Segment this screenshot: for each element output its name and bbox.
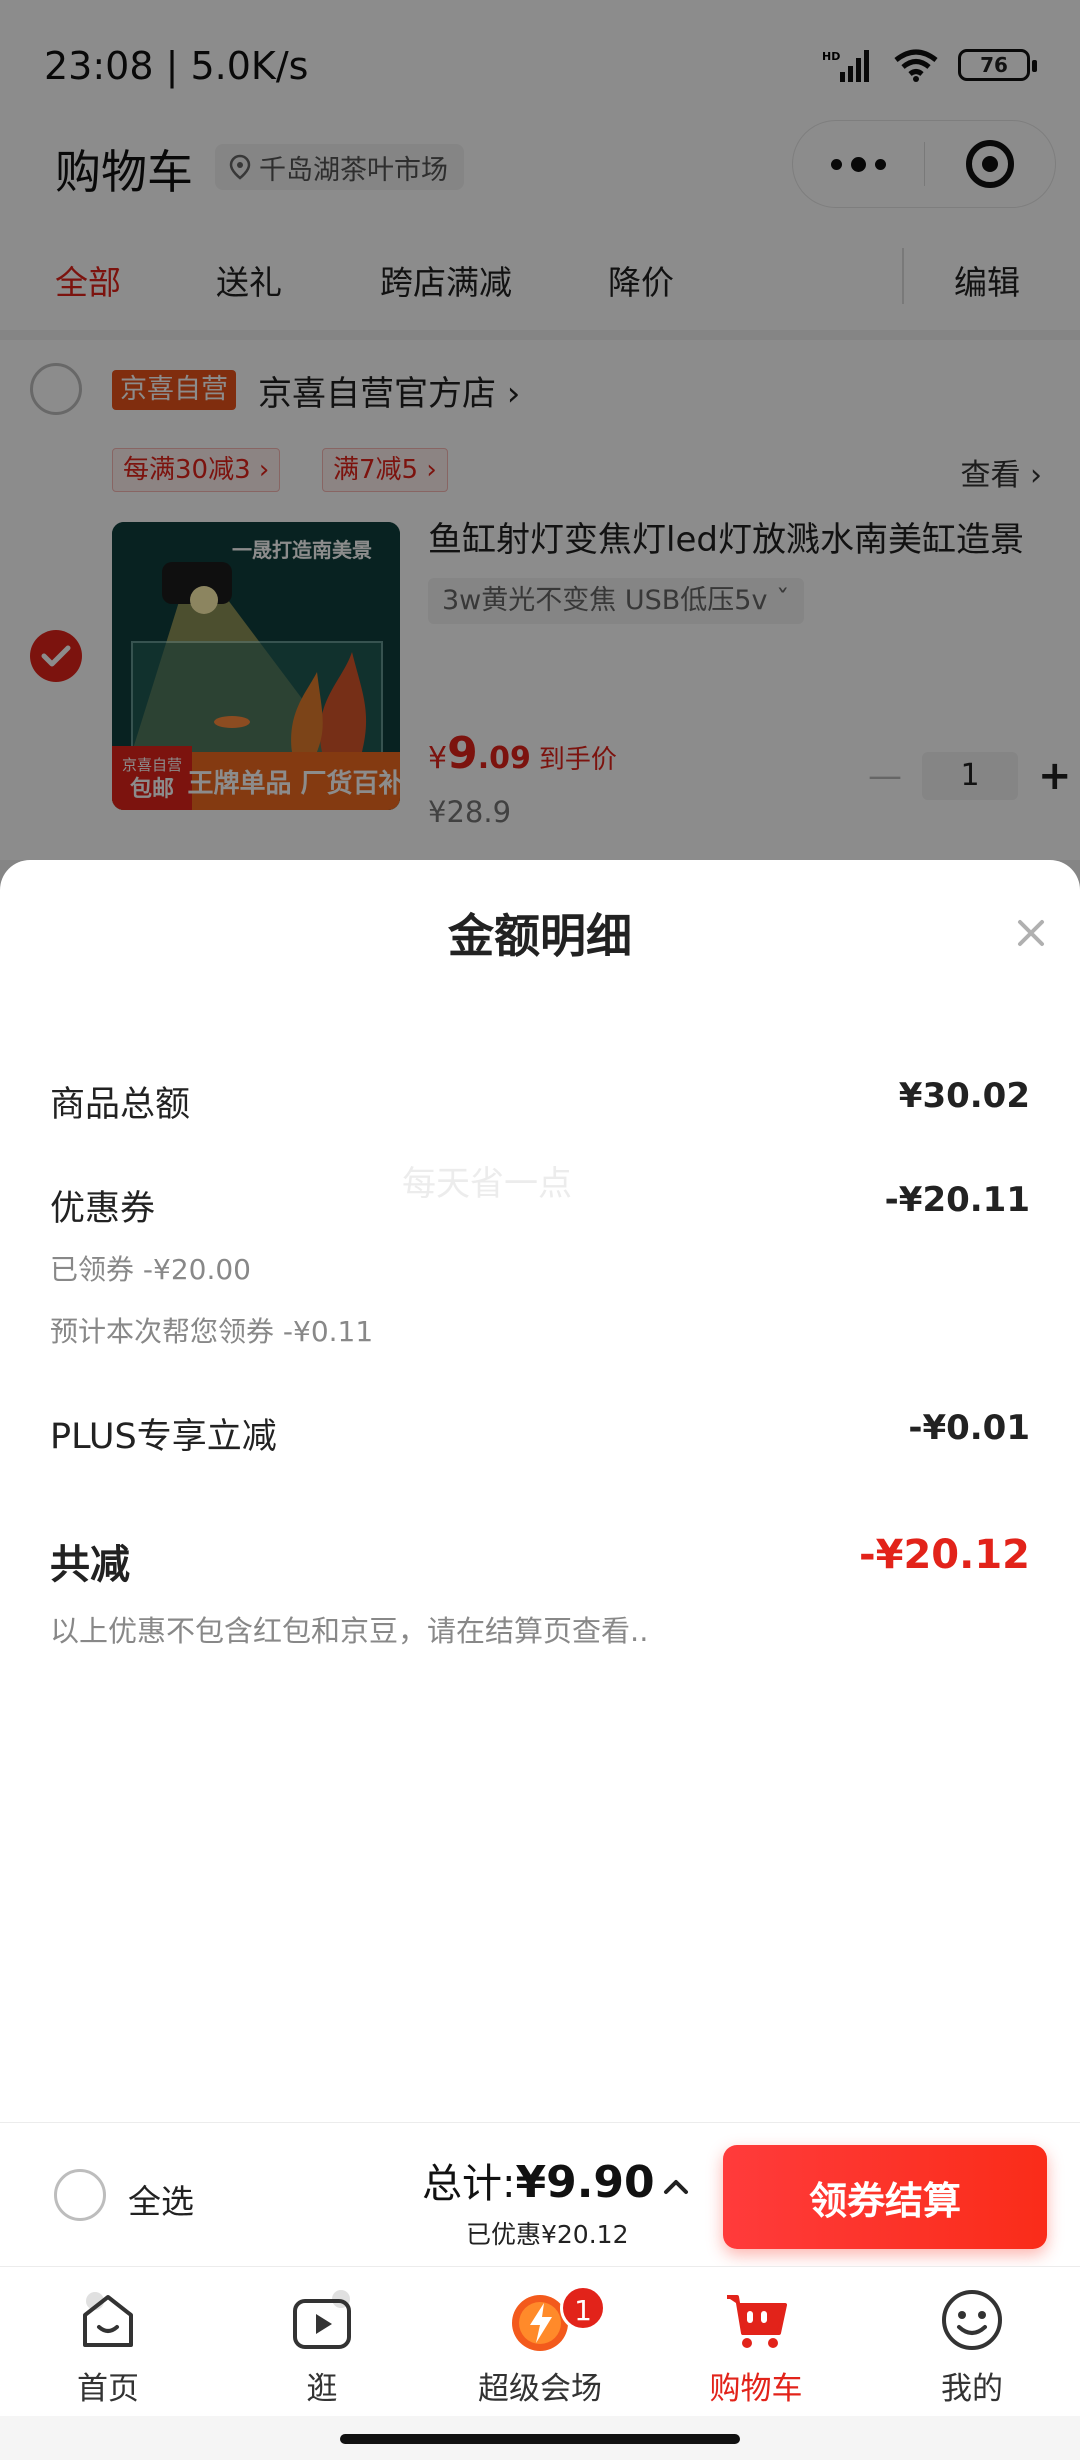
watermark: 每天省一点: [402, 1164, 572, 1204]
coupon-estimated: 预计本次帮您领券 -¥0.11: [50, 1315, 374, 1348]
total-off-label: 共减: [50, 1542, 130, 1588]
discount-note: 以上优惠不包含红包和京豆，请在结算页查看..: [50, 1614, 649, 1648]
total-off-value: -¥20.12: [859, 1532, 1030, 1578]
sum-amount: ¥9.90: [515, 2157, 655, 2208]
coupon-claimed: 已领券 -¥20.00: [50, 1253, 251, 1286]
select-all-radio[interactable]: [54, 2169, 106, 2221]
sheet-title: 金额明细: [448, 909, 632, 963]
checkout-bar: 全选 总计:¥9.90 已优惠¥20.12 领券结算: [0, 2122, 1080, 2266]
profile-smiley-icon: [942, 2290, 1002, 2350]
amount-detail-sheet: 金额明细 每天省一点 商品总额 ¥30.02 优惠券 -¥20.11 已领券 -…: [0, 860, 1080, 2122]
coupon-value: -¥20.11: [884, 1180, 1030, 1220]
tab-bar-cart[interactable]: 购物车: [656, 2285, 856, 2408]
goods-total-label: 商品总额: [50, 1085, 191, 1125]
bottom-tab-bar: 首页 逛 1 超级会场 购物车 我的: [0, 2266, 1080, 2416]
chevron-up-icon[interactable]: [660, 2171, 692, 2203]
notification-badge: 1: [560, 2285, 606, 2331]
tab-bar-browse-label: 逛: [306, 2371, 338, 2407]
tab-bar-super-venue-label: 超级会场: [478, 2371, 602, 2407]
coupon-label: 优惠券: [50, 1189, 156, 1229]
tab-bar-me[interactable]: 我的: [872, 2285, 1072, 2408]
saved-amount: 已优惠¥20.12: [466, 2220, 629, 2249]
tab-bar-super-venue[interactable]: 1 超级会场: [440, 2285, 640, 2408]
select-all-label[interactable]: 全选: [128, 2175, 194, 2223]
home-indicator[interactable]: [340, 2434, 740, 2444]
total-sum: 总计:¥9.90: [422, 2151, 655, 2209]
tab-bar-cart-label: 购物车: [709, 2371, 803, 2407]
close-icon[interactable]: [1008, 910, 1054, 956]
goods-total-value: ¥30.02: [898, 1076, 1030, 1116]
tab-bar-browse[interactable]: 逛: [222, 2285, 422, 2408]
sum-prefix: 总计:: [422, 2161, 516, 2207]
plus-discount-label: PLUS专享立减: [50, 1417, 277, 1457]
tab-bar-home-label: 首页: [77, 2371, 139, 2407]
play-video-icon: [293, 2290, 351, 2349]
tab-bar-me-label: 我的: [941, 2371, 1003, 2407]
plus-discount-value: -¥0.01: [908, 1408, 1030, 1448]
home-icon: [83, 2292, 133, 2347]
checkout-button[interactable]: 领券结算: [723, 2145, 1047, 2249]
tab-bar-home[interactable]: 首页: [8, 2285, 208, 2408]
shopping-cart-icon: [727, 2295, 787, 2348]
